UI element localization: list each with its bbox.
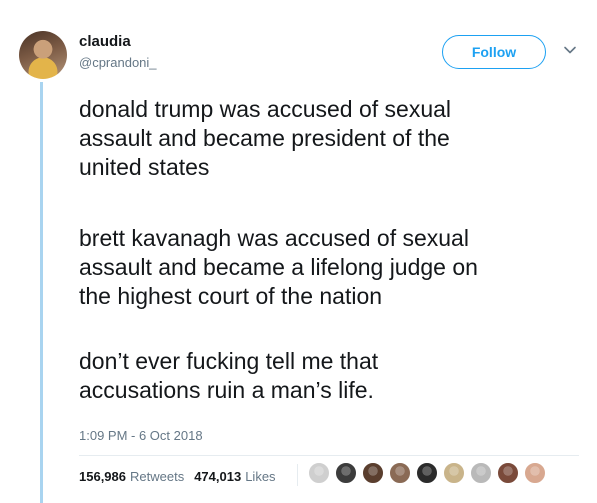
liker-avatar-6[interactable] [443, 462, 465, 484]
tweet-line: brett kavanagh was accused of sexual [79, 225, 469, 251]
retweets-label: Retweets [130, 469, 185, 484]
divider [79, 455, 579, 456]
thread-line [40, 82, 43, 503]
tweet-line: assault and became president of the [79, 125, 450, 151]
likers-avatars [308, 462, 551, 484]
stats-divider [297, 464, 298, 486]
liker-avatar-7[interactable] [470, 462, 492, 484]
liker-avatar-4[interactable] [389, 462, 411, 484]
liker-avatar-1[interactable] [308, 462, 330, 484]
tweet-line: don’t ever fucking tell me that [79, 348, 379, 374]
tweet-paragraph-3: don’t ever fucking tell me that accusati… [79, 347, 378, 405]
tweet-line: the highest court of the nation [79, 283, 383, 309]
likes-label: Likes [245, 469, 276, 484]
tweet-paragraph-2: brett kavanagh was accused of sexual ass… [79, 224, 478, 311]
liker-avatar-9[interactable] [524, 462, 546, 484]
retweets-stat[interactable]: 156,986 Retweets [79, 469, 184, 484]
retweets-count: 156,986 [79, 469, 126, 484]
avatar[interactable] [19, 31, 67, 79]
liker-avatar-2[interactable] [335, 462, 357, 484]
tweet-paragraph-1: donald trump was accused of sexual assau… [79, 95, 451, 182]
tweet-stats: 156,986 Retweets 474,013 Likes [79, 469, 276, 484]
liker-avatar-8[interactable] [497, 462, 519, 484]
likes-count: 474,013 [194, 469, 242, 484]
chevron-down-icon[interactable] [563, 43, 577, 57]
tweet-timestamp[interactable]: 1:09 PM - 6 Oct 2018 [79, 428, 203, 443]
follow-button[interactable]: Follow [442, 35, 546, 69]
display-name[interactable]: claudia [79, 33, 131, 50]
screen-name[interactable]: @cprandoni_ [79, 55, 157, 70]
tweet-line: donald trump was accused of sexual [79, 96, 452, 122]
tweet-line: assault and became a lifelong judge on [79, 254, 478, 280]
liker-avatar-3[interactable] [362, 462, 384, 484]
likes-stat[interactable]: 474,013 Likes [194, 469, 275, 484]
tweet-line: united states [79, 154, 210, 180]
liker-avatar-5[interactable] [416, 462, 438, 484]
tweet-line: accusations ruin a man’s life. [79, 377, 374, 403]
